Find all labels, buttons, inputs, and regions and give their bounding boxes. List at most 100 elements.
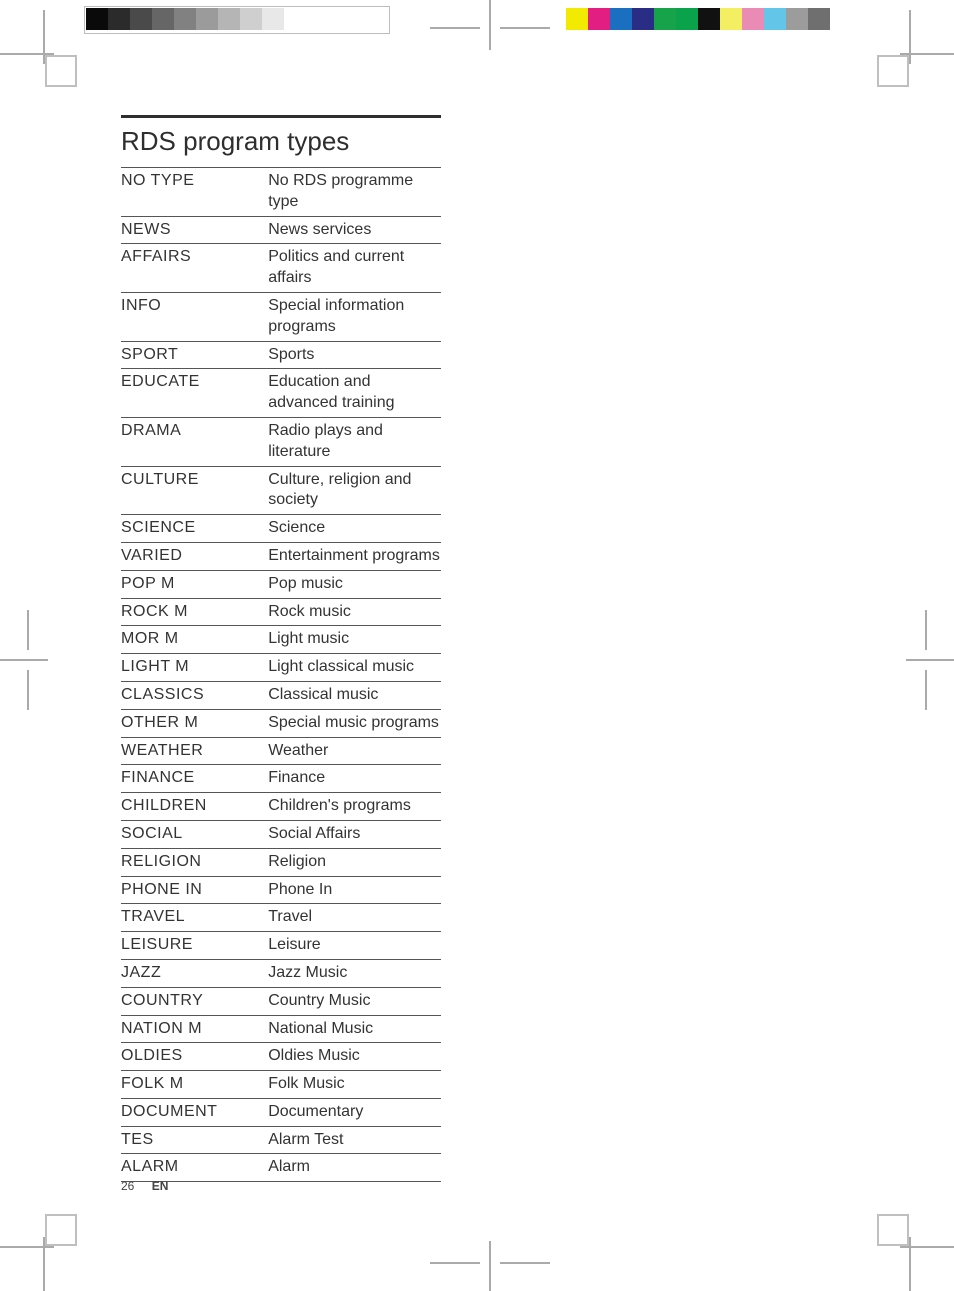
rds-description: Special music programs [268,709,441,737]
center-left-register-icon [0,600,56,720]
color-swatch [676,8,698,30]
rds-description: No RDS programme type [268,168,441,217]
rds-code: ROCK M [121,598,268,626]
color-swatch [786,8,808,30]
language-code: EN [152,1179,169,1193]
rds-code: INFO [121,292,268,341]
table-row: PHONE INPhone In [121,876,441,904]
table-row: JAZZJazz Music [121,959,441,987]
rds-code: SOCIAL [121,820,268,848]
crop-mark-tl-icon [0,10,80,90]
rds-code: RELIGION [121,848,268,876]
rds-code: CHILDREN [121,793,268,821]
rds-code: FINANCE [121,765,268,793]
rds-description: Finance [268,765,441,793]
table-row: VARIEDEntertainment programs [121,542,441,570]
table-row: SPORTSports [121,341,441,369]
rds-description: Alarm Test [268,1126,441,1154]
rds-code: NEWS [121,216,268,244]
table-row: NATION MNational Music [121,1015,441,1043]
rds-code: MOR M [121,626,268,654]
rds-code: CLASSICS [121,681,268,709]
rds-code: COUNTRY [121,987,268,1015]
rds-description: Rock music [268,598,441,626]
rds-description: Sports [268,341,441,369]
rds-code: AFFAIRS [121,244,268,293]
rds-description: Alarm [268,1154,441,1182]
table-row: TESAlarm Test [121,1126,441,1154]
rds-code: EDUCATE [121,369,268,418]
rds-description: Radio plays and literature [268,417,441,466]
table-row: INFOSpecial information programs [121,292,441,341]
crop-mark-bl-icon [0,1211,80,1291]
rds-code: WEATHER [121,737,268,765]
rds-code: SPORT [121,341,268,369]
table-row: ROCK MRock music [121,598,441,626]
table-row: MOR MLight music [121,626,441,654]
color-swatch [698,8,720,30]
color-swatch [742,8,764,30]
color-swatch [566,8,588,30]
rds-code: PHONE IN [121,876,268,904]
rds-description: National Music [268,1015,441,1043]
rds-code: TES [121,1126,268,1154]
table-row: OLDIESOldies Music [121,1043,441,1071]
rds-code: VARIED [121,542,268,570]
rds-description: Education and advanced training [268,369,441,418]
rds-code: SCIENCE [121,515,268,543]
table-row: CULTURECulture, religion and society [121,466,441,515]
color-swatch [632,8,654,30]
rds-code: OTHER M [121,709,268,737]
rds-description: Jazz Music [268,959,441,987]
color-swatch [720,8,742,30]
table-row: FINANCEFinance [121,765,441,793]
section-heading: RDS program types [121,126,441,157]
rds-description: Politics and current affairs [268,244,441,293]
rds-description: Country Music [268,987,441,1015]
rds-code: CULTURE [121,466,268,515]
table-row: DRAMARadio plays and literature [121,417,441,466]
table-row: NO TYPENo RDS programme type [121,168,441,217]
content-column: RDS program types NO TYPENo RDS programm… [121,115,441,1182]
table-row: SOCIALSocial Affairs [121,820,441,848]
rds-description: Documentary [268,1098,441,1126]
table-row: NEWSNews services [121,216,441,244]
rds-description: Oldies Music [268,1043,441,1071]
rds-description: Social Affairs [268,820,441,848]
page-number: 26 [121,1179,134,1193]
grayscale-bar-outline [84,6,390,34]
rds-description: Light music [268,626,441,654]
table-row: COUNTRYCountry Music [121,987,441,1015]
rds-description: Folk Music [268,1071,441,1099]
rds-code: LEISURE [121,932,268,960]
rds-description: Travel [268,904,441,932]
center-bottom-register-icon [430,1231,550,1291]
table-row: LIGHT MLight classical music [121,654,441,682]
rds-code: DRAMA [121,417,268,466]
rds-code: POP M [121,570,268,598]
table-row: LEISURELeisure [121,932,441,960]
rds-description: Weather [268,737,441,765]
table-row: POP MPop music [121,570,441,598]
table-row: RELIGIONReligion [121,848,441,876]
rds-description: Children's programs [268,793,441,821]
color-swatch [610,8,632,30]
table-row: CHILDRENChildren's programs [121,793,441,821]
crop-mark-tr-icon [874,10,954,90]
rds-description: Science [268,515,441,543]
rds-code: NATION M [121,1015,268,1043]
table-row: TRAVELTravel [121,904,441,932]
rds-code: LIGHT M [121,654,268,682]
rds-code: FOLK M [121,1071,268,1099]
table-row: SCIENCEScience [121,515,441,543]
table-row: ALARMAlarm [121,1154,441,1182]
rds-description: Pop music [268,570,441,598]
rds-code: DOCUMENT [121,1098,268,1126]
center-top-register-icon [430,0,550,60]
rds-code: OLDIES [121,1043,268,1071]
table-row: WEATHERWeather [121,737,441,765]
table-row: CLASSICSClassical music [121,681,441,709]
rds-description: Entertainment programs [268,542,441,570]
color-swatch [588,8,610,30]
rds-description: Leisure [268,932,441,960]
